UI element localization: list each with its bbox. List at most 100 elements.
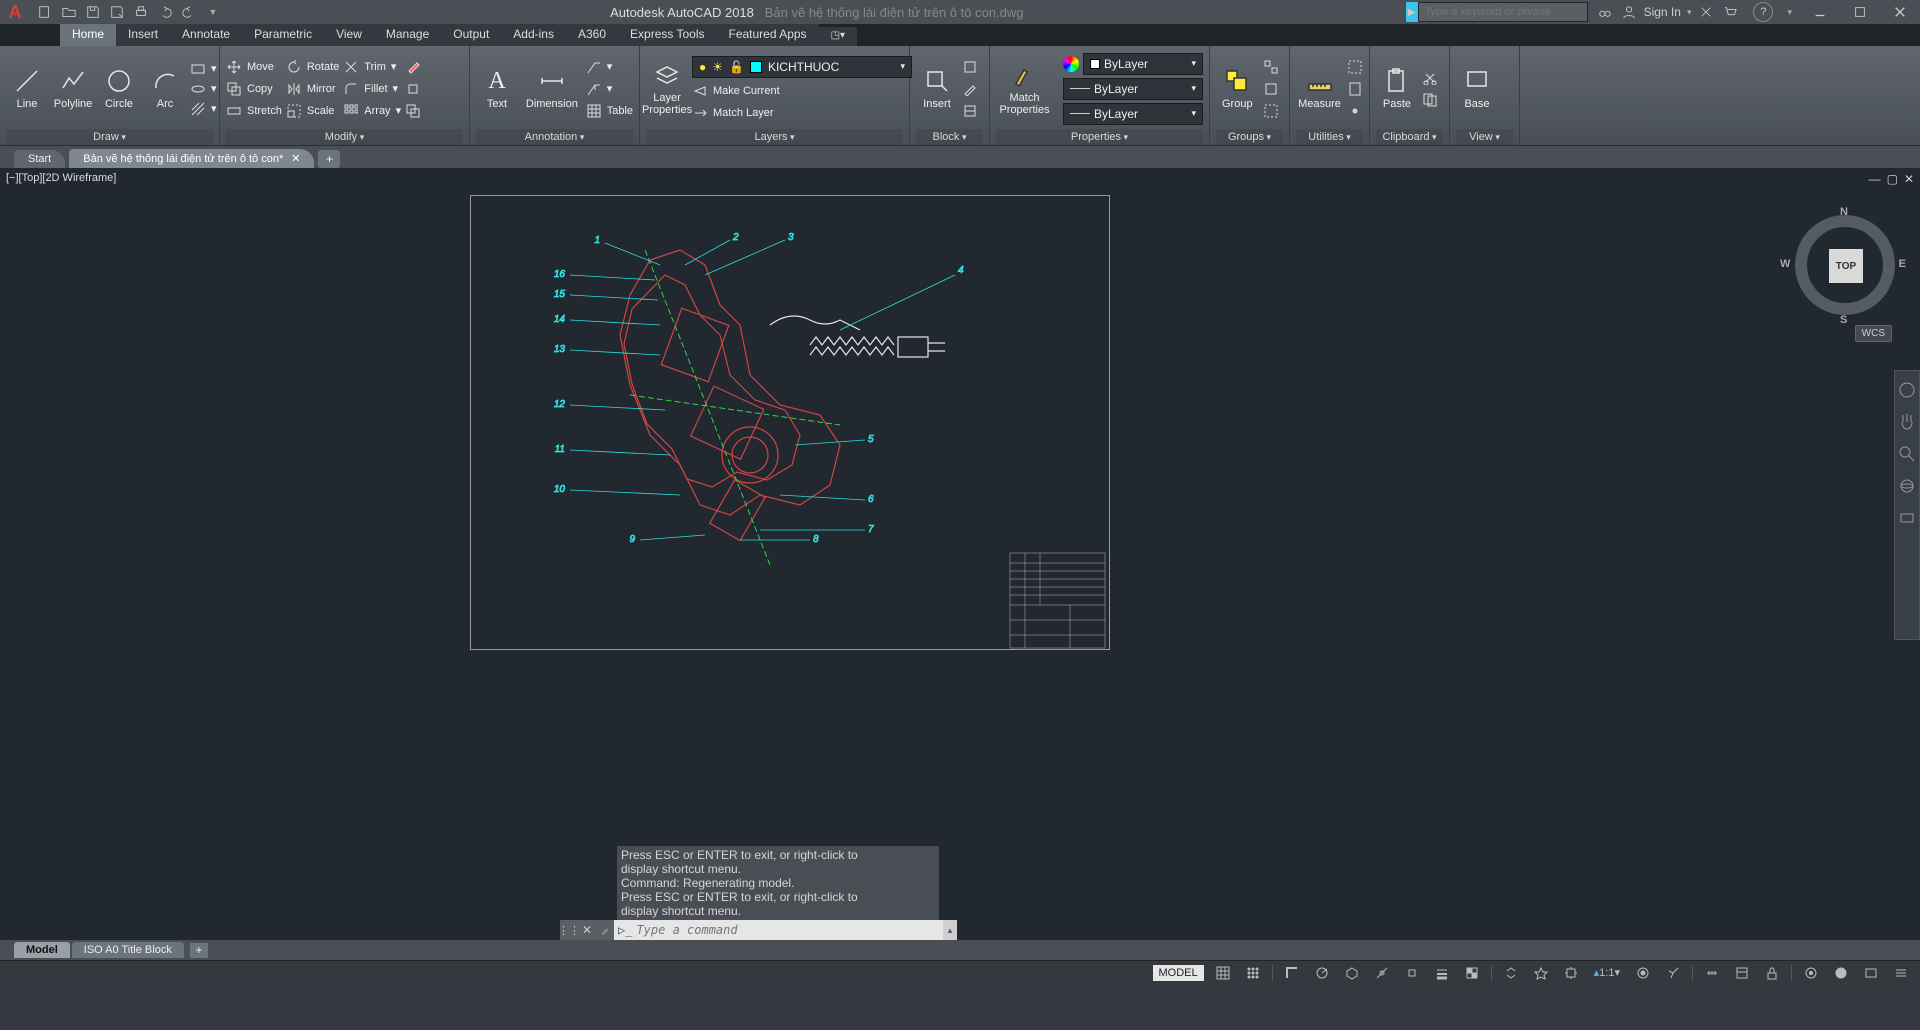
layout-tab-model[interactable]: Model	[14, 942, 70, 958]
isolate-objects-icon[interactable]	[1800, 963, 1822, 983]
array-button[interactable]: Array ▾	[343, 102, 401, 120]
clean-screen-icon[interactable]	[1860, 963, 1882, 983]
text-button[interactable]: AText	[476, 65, 518, 112]
tab-a360[interactable]: A360	[566, 24, 618, 46]
drawing-canvas[interactable]: 1 2 3 4 5 6 7 8 9 10 11 12 13 14 15 16	[0, 190, 1920, 940]
group-edit-icon[interactable]	[1263, 80, 1279, 98]
close-button[interactable]	[1880, 0, 1920, 24]
qat-dropdown-icon[interactable]: ▼	[204, 3, 222, 21]
calc-icon[interactable]	[1347, 80, 1363, 98]
point-icon[interactable]	[1347, 102, 1363, 120]
signin-dropdown-icon[interactable]: ▾	[1687, 7, 1692, 18]
trim-button[interactable]: Trim ▾	[343, 58, 401, 76]
file-tab-active[interactable]: Bản vẽ hệ thống lái điện tử trên ô tô co…	[69, 149, 314, 168]
tab-addins[interactable]: Add-ins	[501, 24, 566, 46]
cmd-close-icon[interactable]: ✕	[578, 920, 596, 940]
panel-label-utilities[interactable]: Utilities	[1296, 129, 1363, 145]
paste-button[interactable]: Paste	[1376, 65, 1418, 112]
vp-minimize-icon[interactable]: —	[1869, 172, 1881, 186]
isodraft-icon[interactable]	[1341, 963, 1363, 983]
move-button[interactable]: Move	[226, 58, 282, 76]
layer-dropdown[interactable]: ● ☀ 🔓 KICHTHUOC ▾	[692, 56, 912, 78]
search-arrow-icon[interactable]: ▶	[1406, 2, 1418, 22]
full-nav-wheel-icon[interactable]	[1898, 381, 1916, 399]
panel-label-clipboard[interactable]: Clipboard	[1376, 129, 1443, 145]
layout-tab-iso[interactable]: ISO A0 Title Block	[72, 942, 184, 958]
undo-icon[interactable]	[156, 3, 174, 21]
quick-properties-icon[interactable]	[1731, 963, 1753, 983]
help-icon[interactable]: ?	[1753, 2, 1773, 22]
panel-label-block[interactable]: Block	[916, 129, 983, 145]
edit-block-icon[interactable]	[962, 80, 978, 98]
linetype-dropdown[interactable]: ByLayer▾	[1063, 103, 1203, 125]
select-icon[interactable]	[1347, 58, 1363, 76]
help-dropdown-icon[interactable]: ▾	[1787, 7, 1792, 18]
tab-launcher-icon[interactable]: ◳▾	[819, 27, 857, 46]
ellipse-icon[interactable]: ▾	[190, 80, 217, 98]
tab-home[interactable]: Home	[60, 24, 116, 46]
panel-label-layers[interactable]: Layers	[646, 129, 903, 145]
line-button[interactable]: Line	[6, 65, 48, 112]
table-button[interactable]: Table	[586, 102, 633, 120]
cmd-expand-icon[interactable]: ▴	[943, 920, 957, 940]
viewport[interactable]: [−][Top][2D Wireframe] — ▢ ✕	[0, 168, 1920, 940]
file-tab-close-icon[interactable]: ✕	[291, 152, 300, 165]
panel-label-modify[interactable]: Modify	[226, 129, 463, 145]
selection-cycling-icon[interactable]	[1500, 963, 1522, 983]
base-button[interactable]: Base	[1456, 65, 1498, 112]
panel-label-draw[interactable]: Draw	[6, 129, 213, 145]
tab-insert[interactable]: Insert	[116, 24, 170, 46]
match-layer-button[interactable]: Match Layer	[692, 104, 912, 122]
stretch-button[interactable]: Stretch	[226, 102, 282, 120]
cmd-drag-handle-icon[interactable]: ⋮⋮	[560, 920, 578, 940]
cart-icon[interactable]	[1721, 3, 1739, 21]
workspace-switching-icon[interactable]	[1632, 963, 1654, 983]
search-input[interactable]	[1425, 6, 1581, 18]
maximize-button[interactable]	[1840, 0, 1880, 24]
orbit-icon[interactable]	[1898, 477, 1916, 495]
mirror-button[interactable]: Mirror	[286, 80, 339, 98]
layout-tab-add[interactable]: +	[190, 943, 208, 958]
arc-button[interactable]: Arc	[144, 65, 186, 112]
minimize-button[interactable]	[1800, 0, 1840, 24]
copy-clip-icon[interactable]	[1422, 91, 1438, 109]
copy-button[interactable]: Copy	[226, 80, 282, 98]
tab-featured-apps[interactable]: Featured Apps	[717, 24, 819, 46]
user-icon[interactable]	[1620, 3, 1638, 21]
fillet-button[interactable]: Fillet ▾	[343, 80, 401, 98]
customization-icon[interactable]	[1890, 963, 1912, 983]
tab-express-tools[interactable]: Express Tools	[618, 24, 716, 46]
new-icon[interactable]	[36, 3, 54, 21]
lineweight-icon[interactable]	[1431, 963, 1453, 983]
osnap-icon[interactable]	[1401, 963, 1423, 983]
binoculars-icon[interactable]	[1596, 3, 1614, 21]
erase-icon[interactable]	[405, 58, 421, 76]
create-block-icon[interactable]	[962, 58, 978, 76]
measure-button[interactable]: Measure	[1296, 65, 1343, 112]
file-tab-new[interactable]: +	[318, 150, 340, 168]
app-logo[interactable]: A	[0, 0, 30, 24]
status-model-button[interactable]: MODEL	[1153, 965, 1204, 981]
group-bbox-icon[interactable]	[1263, 102, 1279, 120]
command-input[interactable]	[636, 923, 939, 937]
lineweight-dropdown[interactable]: ByLayer▾	[1063, 78, 1203, 100]
panel-label-annotation[interactable]: Annotation	[476, 129, 633, 145]
vp-maximize-icon[interactable]: ▢	[1887, 172, 1898, 186]
zoom-extents-icon[interactable]	[1898, 445, 1916, 463]
tab-view[interactable]: View	[324, 24, 374, 46]
match-properties-button[interactable]: Match Properties	[996, 59, 1053, 118]
command-input-wrap[interactable]: ▷_	[614, 920, 943, 940]
viewcube-face-top[interactable]: TOP	[1829, 249, 1863, 283]
grid-display-icon[interactable]	[1212, 963, 1234, 983]
hatch-icon[interactable]: ▾	[190, 100, 217, 118]
vp-close-icon[interactable]: ✕	[1904, 172, 1914, 186]
sign-in-link[interactable]: Sign In	[1644, 5, 1681, 19]
ungroup-icon[interactable]	[1263, 58, 1279, 76]
panel-label-view[interactable]: View	[1456, 129, 1513, 145]
print-icon[interactable]	[132, 3, 150, 21]
exchange-icon[interactable]	[1697, 3, 1715, 21]
annotation-scale[interactable]: ▴1:1▾	[1590, 963, 1624, 983]
search-box[interactable]	[1418, 2, 1588, 22]
osnap-tracking-icon[interactable]	[1371, 963, 1393, 983]
wcs-badge[interactable]: WCS	[1855, 325, 1892, 342]
